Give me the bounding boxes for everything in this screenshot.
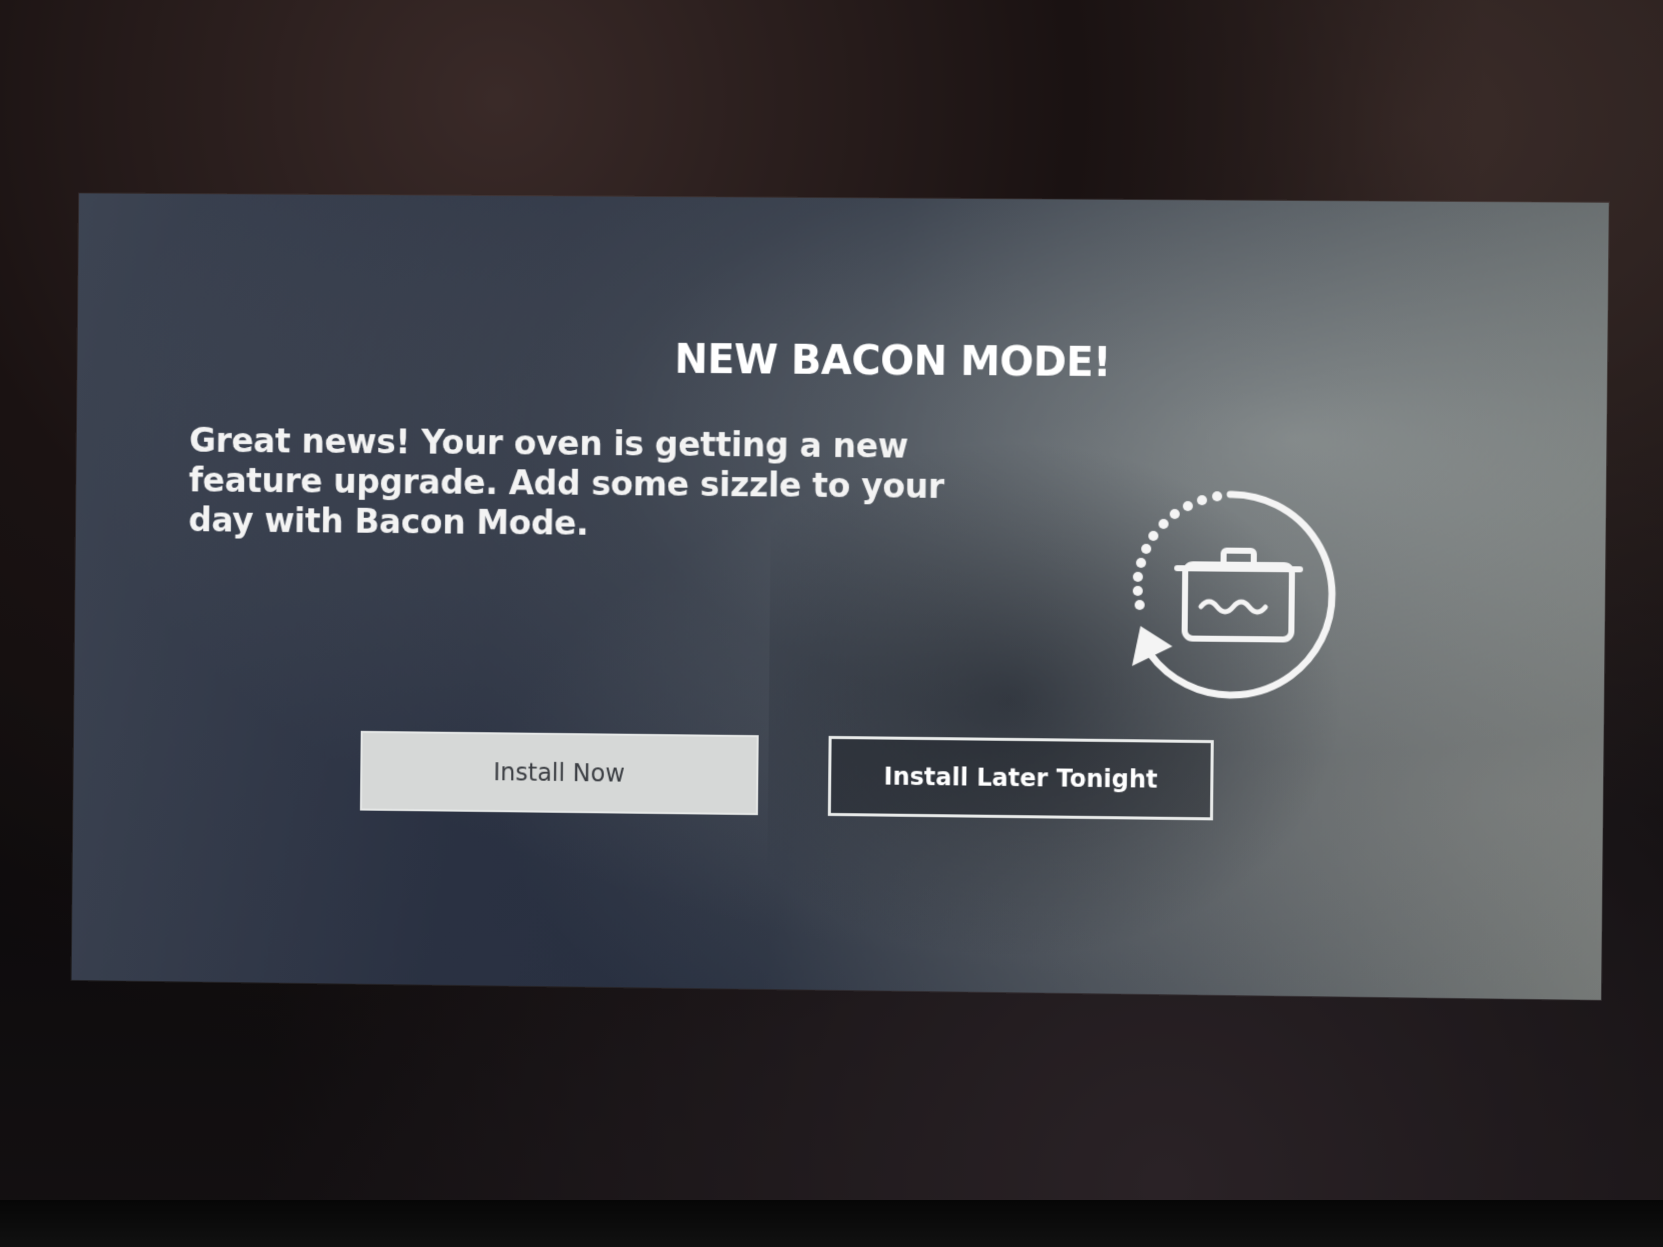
photo-background: NEW BACON MODE! Great news! Your oven is… (0, 0, 1663, 1247)
dialog-title: NEW BACON MODE! (77, 332, 1607, 390)
oven-display-screen: NEW BACON MODE! Great news! Your oven is… (72, 193, 1609, 1000)
pot-update-icon (1110, 475, 1354, 708)
install-now-button[interactable]: Install Now (360, 731, 759, 815)
install-later-tonight-button[interactable]: Install Later Tonight (828, 736, 1214, 820)
dialog-message: Great news! Your oven is getting a new f… (188, 421, 1016, 548)
oven-bezel (0, 1200, 1663, 1247)
